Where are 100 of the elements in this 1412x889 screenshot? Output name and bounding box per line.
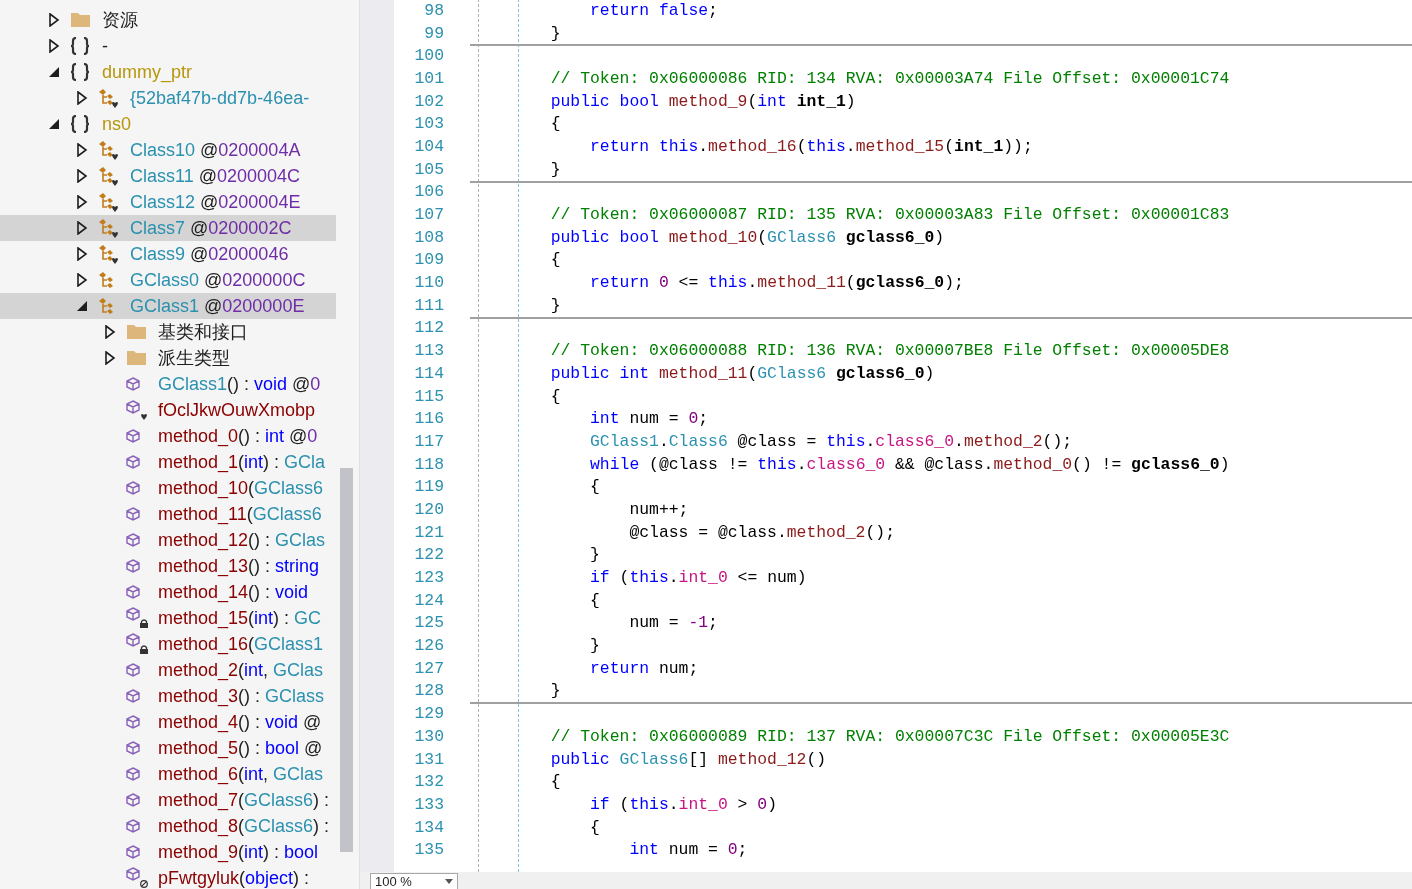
tree-item[interactable]: method_2(int, GClas [0, 657, 336, 683]
item-label: GClass1() : void @0 [158, 373, 321, 395]
code-line: { [590, 817, 600, 837]
item-label: ns0 [102, 113, 132, 135]
line-number: 122 [413, 545, 444, 565]
expand-toggle-icon[interactable] [104, 325, 116, 339]
tree-item[interactable]: GClass1 @0200000E [0, 293, 336, 319]
line-number: 110 [413, 273, 444, 293]
collapse-toggle-icon[interactable] [48, 117, 60, 131]
code-line: num = -1; [629, 613, 718, 633]
code-line: if (this.int_0 <= num) [590, 568, 807, 588]
tree-item[interactable]: Class7 @0200002C [0, 215, 336, 241]
tree-item[interactable]: method_8(GClass6) : [0, 813, 336, 839]
cube-icon [126, 533, 140, 547]
expand-toggle-icon[interactable] [76, 247, 88, 261]
line-number: 113 [413, 341, 444, 361]
tree-item[interactable]: GClass1() : void @0 [0, 371, 336, 397]
tree-item[interactable]: Class10 @0200004A [0, 137, 336, 163]
scrollbar-thumb[interactable] [340, 468, 353, 852]
line-number: 123 [413, 568, 444, 588]
zoom-select[interactable]: 100 % [370, 873, 458, 889]
tree-item[interactable]: 资源 [0, 7, 336, 33]
cube-icon [126, 559, 140, 573]
code-line: return 0 <= this.method_11(gclass6_0); [590, 273, 964, 293]
tree-item[interactable]: method_13() : string [0, 553, 336, 579]
tree-item[interactable]: method_9(int) : bool [0, 839, 336, 865]
item-label: method_16(GClass1 [158, 633, 324, 655]
expand-toggle-icon[interactable] [104, 351, 116, 365]
tree-item[interactable]: 基类和接口 [0, 319, 336, 345]
code-line: public bool method_10(GClass6 gclass6_0) [550, 227, 945, 247]
code-line: return false; [590, 0, 718, 20]
tree-item[interactable]: method_16(GClass1 [0, 631, 336, 657]
code-line: // Token: 0x06000089 RID: 137 RVA: 0x00007C3C File Offset: 0x00005E3C [550, 726, 1230, 746]
line-number: 106 [413, 182, 444, 202]
tree-item[interactable]: method_5() : bool @ [0, 735, 336, 761]
tree-item[interactable]: method_3() : GClass [0, 683, 336, 709]
item-label: method_7(GClass6) : [158, 789, 330, 811]
expand-toggle-icon[interactable] [76, 273, 88, 287]
line-number: 104 [413, 136, 444, 156]
code-line: public GClass6[] method_12() [550, 749, 827, 769]
tree-item[interactable]: method_6(int, GClas [0, 761, 336, 787]
expand-toggle-icon[interactable] [48, 39, 60, 53]
cube-icon [126, 377, 140, 391]
tree-item[interactable]: method_11(GClass6 [0, 501, 336, 527]
tree-item[interactable]: pFwtgyluk(object) : [0, 865, 336, 889]
expand-toggle-icon[interactable] [48, 13, 60, 27]
tree-item[interactable]: 派生类型 [0, 345, 336, 371]
expand-toggle-icon[interactable] [76, 143, 88, 157]
cube-icon [126, 741, 140, 755]
cube-lock-icon [126, 607, 149, 629]
tree-item[interactable]: fOclJkwOuwXmobp [0, 397, 336, 423]
line-number: 103 [413, 114, 444, 134]
tree-item[interactable]: method_4() : void @ [0, 709, 336, 735]
code-line: { [590, 590, 600, 610]
cube-icon [126, 481, 140, 495]
tree-item[interactable]: method_0() : int @0 [0, 423, 336, 449]
tree-item[interactable]: method_1(int) : GCla [0, 449, 336, 475]
tree-item[interactable]: method_12() : GClas [0, 527, 336, 553]
item-label: method_10(GClass6 [158, 477, 324, 499]
item-label: method_12() : GClas [158, 529, 326, 551]
cube-icon [126, 455, 140, 469]
class-heart-icon [98, 87, 119, 109]
tree-item[interactable]: Class9 @02000046 [0, 241, 336, 267]
code-line: // Token: 0x06000086 RID: 134 RVA: 0x00003A74 File Offset: 0x00001C74 [550, 68, 1230, 88]
line-number: 127 [413, 658, 444, 678]
collapse-toggle-icon[interactable] [76, 299, 88, 313]
expand-toggle-icon[interactable] [76, 221, 88, 235]
folder-icon [70, 12, 91, 28]
item-label: fOclJkwOuwXmobp [158, 399, 316, 421]
code-line: { [550, 386, 561, 406]
cube-icon [126, 429, 140, 443]
collapse-toggle-icon[interactable] [48, 65, 60, 79]
code-line: GClass1.Class6 @class = this.class6_0.method_2(); [590, 431, 1073, 451]
tree-item[interactable]: method_7(GClass6) : [0, 787, 336, 813]
tree-item[interactable]: GClass0 @0200000C [0, 267, 336, 293]
class-heart-icon [98, 191, 119, 213]
line-number: 100 [413, 46, 444, 66]
cube-icon [126, 767, 140, 781]
tree-item[interactable]: Class11 @0200004C [0, 163, 336, 189]
expand-toggle-icon[interactable] [76, 195, 88, 209]
line-number: 129 [413, 704, 444, 724]
item-label: method_6(int, GClas [158, 763, 324, 785]
code-line: } [590, 636, 600, 656]
tree-item[interactable]: Class12 @0200004E [0, 189, 336, 215]
item-label: method_1(int) : GCla [158, 451, 326, 473]
expand-toggle-icon[interactable] [76, 91, 88, 105]
tree-item[interactable]: method_10(GClass6 [0, 475, 336, 501]
line-number: 111 [413, 295, 444, 315]
class-icon [98, 271, 114, 289]
item-label: Class9 @02000046 [130, 243, 289, 265]
code-line: } [590, 545, 600, 565]
line-number: 99 [423, 23, 444, 43]
line-number: 134 [413, 817, 444, 837]
item-label: method_11(GClass6 [158, 503, 322, 525]
tree-item[interactable]: method_15(int) : GC [0, 605, 336, 631]
tree-item[interactable]: - [0, 33, 336, 59]
line-number: 108 [413, 227, 444, 247]
cube-icon [126, 507, 140, 521]
expand-toggle-icon[interactable] [76, 169, 88, 183]
tree-item[interactable]: method_14() : void [0, 579, 336, 605]
